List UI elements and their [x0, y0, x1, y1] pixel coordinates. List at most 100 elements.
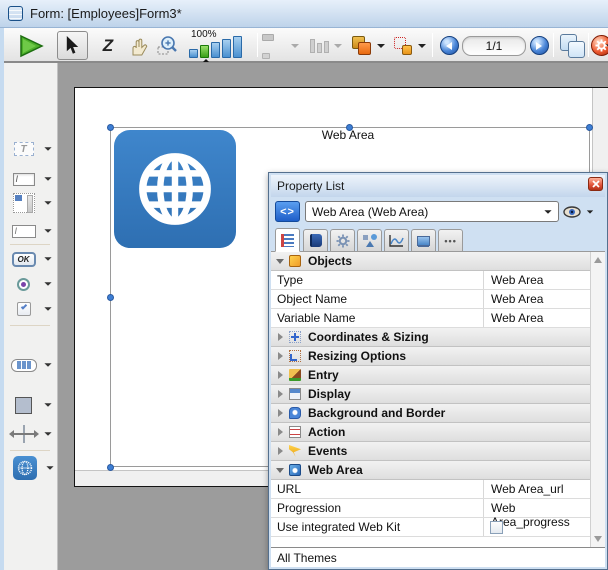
selection-tool-button[interactable]: [57, 31, 88, 60]
property-value[interactable]: Web Area: [483, 271, 590, 289]
web-area-tool[interactable]: [10, 456, 54, 480]
splitter-menu-arrow[interactable]: [44, 432, 51, 436]
property-row-use-integrated-web-kit[interactable]: Use integrated Web Kit: [271, 518, 590, 537]
property-list-scrollbar[interactable]: [590, 252, 605, 547]
web-area-object-globe-icon[interactable]: [114, 130, 236, 248]
section-display[interactable]: Display: [271, 385, 590, 404]
property-row-url[interactable]: URL Web Area_url: [271, 480, 590, 499]
property-row-type[interactable]: Type Web Area: [271, 271, 590, 290]
zoom-tool-button[interactable]: [154, 31, 182, 60]
zoom-bar-5[interactable]: [233, 36, 242, 58]
combo-box-tool[interactable]: I: [10, 221, 52, 241]
view-options-button[interactable]: [563, 203, 601, 221]
selection-handle-top-left[interactable]: [107, 124, 114, 131]
section-objects[interactable]: Objects: [271, 252, 590, 271]
radio-button-tool[interactable]: [10, 274, 52, 294]
checkbox-menu-arrow[interactable]: [44, 307, 51, 311]
rectangle-tool[interactable]: [10, 395, 52, 415]
right-arrow-ball-icon: [530, 36, 549, 55]
shapes-icon: [363, 234, 377, 247]
coordinates-icon: [289, 331, 301, 343]
selection-handle-left-middle[interactable]: [107, 294, 114, 301]
entry-order-tool-button[interactable]: Z: [94, 31, 122, 60]
close-button[interactable]: [588, 177, 603, 191]
section-events[interactable]: Events: [271, 442, 590, 461]
web-area-menu-arrow[interactable]: [46, 466, 53, 470]
duplicate-many-button[interactable]: [390, 31, 416, 60]
settings-tab[interactable]: [330, 229, 355, 252]
combo-box-menu-arrow[interactable]: [44, 229, 51, 233]
zoom-bar-4[interactable]: [222, 39, 231, 58]
section-entry[interactable]: Entry: [271, 366, 590, 385]
duplicate-many-menu-arrow[interactable]: [416, 31, 428, 60]
tool-group-separator: [10, 325, 50, 326]
input-field-tool[interactable]: I: [10, 169, 52, 189]
properties-tab[interactable]: [275, 228, 300, 252]
scroll-up-icon[interactable]: [594, 257, 602, 263]
property-value[interactable]: Web Area_progress: [483, 499, 590, 517]
objects-tab[interactable]: [357, 229, 382, 252]
property-list-titlebar[interactable]: Property List: [271, 175, 605, 197]
form-pages-button[interactable]: [557, 31, 587, 60]
rectangle-menu-arrow[interactable]: [44, 403, 51, 407]
section-web-area[interactable]: Web Area: [271, 461, 590, 480]
window-titlebar[interactable]: Form: [Employees]Form3*: [0, 0, 608, 28]
button-tool[interactable]: OK: [10, 249, 52, 269]
button-grid-menu-arrow[interactable]: [44, 363, 51, 367]
list-box-icon: [13, 193, 35, 213]
button-menu-arrow[interactable]: [44, 257, 51, 261]
close-icon: [592, 180, 600, 188]
web-kit-checkbox[interactable]: [490, 521, 503, 534]
expand-triangle-icon: [278, 428, 283, 436]
zoom-scale-widget[interactable]: 100%: [189, 29, 253, 61]
zoom-bar-1[interactable]: [189, 49, 198, 58]
previous-page-button[interactable]: [438, 31, 460, 60]
zoom-current-marker-icon: [203, 59, 209, 62]
property-category-tabs: •••: [271, 226, 605, 252]
selection-handle-bottom-left[interactable]: [107, 464, 114, 471]
selection-handle-top-right[interactable]: [586, 124, 593, 131]
display-tab[interactable]: [411, 229, 436, 252]
zoom-bar-current[interactable]: [200, 45, 209, 58]
more-tab[interactable]: •••: [438, 229, 463, 252]
static-text-tool[interactable]: T: [10, 139, 52, 159]
selection-handle-top-middle[interactable]: [346, 124, 353, 131]
splitter-tool[interactable]: [10, 424, 52, 444]
list-box-menu-arrow[interactable]: [44, 201, 51, 205]
zoom-bar-3[interactable]: [211, 42, 220, 58]
book-icon: [310, 234, 322, 247]
button-grid-tool[interactable]: [10, 355, 52, 375]
list-box-tool[interactable]: [10, 193, 52, 213]
object-navigator-button[interactable]: <>: [275, 201, 300, 222]
section-background-border[interactable]: Background and Border: [271, 404, 590, 423]
pan-tool-button[interactable]: [124, 31, 152, 60]
theme-filter-bar[interactable]: All Themes: [271, 547, 605, 567]
chart-tab[interactable]: [384, 229, 409, 252]
input-field-menu-arrow[interactable]: [44, 177, 51, 181]
page-indicator-field[interactable]: 1/1: [461, 31, 527, 60]
property-list-window: Property List <> Web Area (Web Area): [268, 172, 608, 570]
property-row-object-name[interactable]: Object Name Web Area: [271, 290, 590, 309]
curve-chart-icon: [389, 234, 404, 247]
execute-form-button[interactable]: [16, 31, 46, 60]
next-page-button[interactable]: [528, 31, 550, 60]
property-value[interactable]: Web Area: [483, 309, 590, 327]
view-options-arrow: [587, 210, 593, 213]
manage-planes-button[interactable]: [347, 31, 375, 60]
object-selector-combobox[interactable]: Web Area (Web Area): [305, 201, 559, 222]
manage-planes-menu-arrow[interactable]: [375, 31, 387, 60]
static-text-menu-arrow[interactable]: [44, 147, 51, 151]
section-resizing-options[interactable]: Resizing Options: [271, 347, 590, 366]
scroll-down-icon[interactable]: [594, 536, 602, 542]
preferences-menu-arrow[interactable]: [604, 31, 608, 60]
property-row-progression[interactable]: Progression Web Area_progress: [271, 499, 590, 518]
property-row-variable-name[interactable]: Variable Name Web Area: [271, 309, 590, 328]
theme-tab[interactable]: [303, 229, 328, 252]
checkbox-tool[interactable]: [10, 299, 52, 319]
property-value[interactable]: Web Area_url: [483, 480, 590, 498]
property-rows-area: Objects Type Web Area Object Name Web Ar…: [271, 252, 605, 547]
section-coordinates-sizing[interactable]: Coordinates & Sizing: [271, 328, 590, 347]
property-value[interactable]: Web Area: [483, 290, 590, 308]
section-action[interactable]: Action: [271, 423, 590, 442]
radio-menu-arrow[interactable]: [44, 282, 51, 286]
